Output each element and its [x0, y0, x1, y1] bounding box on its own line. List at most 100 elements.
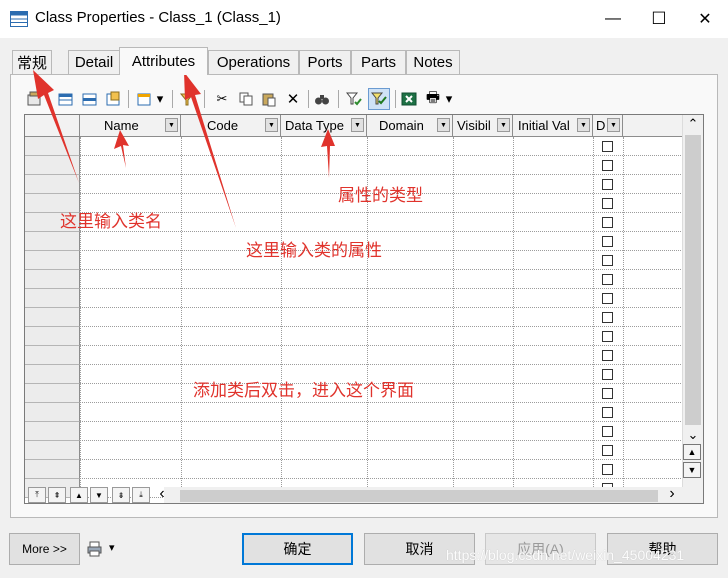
table-row[interactable] [80, 288, 681, 289]
row-header[interactable] [25, 346, 80, 365]
tab-parts[interactable]: Parts [351, 50, 406, 74]
paste-icon[interactable] [259, 89, 279, 109]
add-row-icon[interactable] [55, 89, 75, 109]
ok-button[interactable]: 确定 [242, 533, 353, 565]
row-header[interactable] [25, 384, 80, 403]
row-header[interactable] [25, 422, 80, 441]
column-header-d[interactable]: D ▼ [593, 115, 623, 137]
table-row[interactable] [80, 421, 681, 422]
row-header[interactable] [25, 175, 80, 194]
row-checkbox[interactable] [602, 217, 613, 228]
vertical-scroll-thumb[interactable] [685, 135, 701, 425]
row-header[interactable] [25, 327, 80, 346]
table-row[interactable] [80, 402, 681, 403]
row-checkbox[interactable] [602, 388, 613, 399]
delete-icon[interactable]: ✕ [283, 89, 303, 109]
chevron-down-icon[interactable]: ▼ [265, 118, 278, 132]
chevron-down-icon[interactable]: ▼ [607, 118, 620, 132]
tab-ports[interactable]: Ports [299, 50, 351, 74]
cut-icon[interactable]: ✂ [212, 89, 232, 109]
row-checkbox[interactable] [602, 464, 613, 475]
tab-notes[interactable]: Notes [406, 50, 460, 74]
find-icon[interactable] [312, 89, 332, 109]
scroll-left-icon[interactable]: ‹ [154, 485, 170, 502]
row-header[interactable] [25, 441, 80, 460]
move-up-button[interactable]: ▲ [70, 487, 88, 503]
row-checkbox[interactable] [602, 236, 613, 247]
row-header[interactable] [25, 232, 80, 251]
row-checkbox[interactable] [602, 274, 613, 285]
table-row[interactable] [80, 155, 681, 156]
more-button[interactable]: More >> [9, 533, 80, 565]
table-row[interactable] [80, 307, 681, 308]
row-header[interactable] [25, 308, 80, 327]
scroll-up-icon[interactable]: ⌃ [685, 115, 701, 133]
row-checkbox[interactable] [602, 160, 613, 171]
horizontal-scroll-thumb[interactable] [180, 490, 658, 502]
chevron-down-icon[interactable]: ▼ [437, 118, 450, 132]
tab-operations[interactable]: Operations [208, 50, 299, 74]
printer-icon[interactable] [86, 540, 104, 558]
column-header-data-type[interactable]: Data Type ▼ [281, 115, 367, 137]
move-up-side-button[interactable]: ▲ [683, 444, 701, 460]
table-row[interactable] [80, 174, 681, 175]
move-up-page-button[interactable]: ⇞ [48, 487, 66, 503]
move-down-page-button[interactable]: ⇟ [112, 487, 130, 503]
column-header-name[interactable]: Name ▼ [80, 115, 181, 137]
customize-columns-icon[interactable] [134, 89, 154, 109]
print-dropdown-icon[interactable]: ▾ [443, 89, 455, 109]
close-button[interactable]: ✕ [682, 0, 728, 38]
move-down-side-button[interactable]: ▼ [683, 462, 701, 478]
table-row[interactable] [80, 440, 681, 441]
column-header-initial-value[interactable]: Initial Val ▼ [513, 115, 593, 137]
row-header[interactable] [25, 460, 80, 479]
column-header-code[interactable]: Code ▼ [181, 115, 281, 137]
table-row[interactable] [80, 364, 681, 365]
maximize-button[interactable]: ☐ [636, 0, 682, 38]
row-checkbox[interactable] [602, 312, 613, 323]
row-header[interactable] [25, 137, 80, 156]
filter-settings-icon[interactable] [344, 89, 364, 109]
enable-filter-icon[interactable] [368, 88, 390, 110]
row-checkbox[interactable] [602, 141, 613, 152]
properties-icon[interactable] [24, 89, 44, 109]
chevron-down-icon[interactable]: ▼ [577, 118, 590, 132]
row-checkbox[interactable] [602, 426, 613, 437]
insert-row-icon[interactable] [79, 89, 99, 109]
table-row[interactable] [80, 326, 681, 327]
column-header-domain[interactable]: Domain ▼ [367, 115, 453, 137]
row-header[interactable] [25, 289, 80, 308]
tab-general[interactable]: 常规 [12, 50, 52, 74]
print-icon[interactable]: 🖶 [423, 89, 443, 109]
tab-detail[interactable]: Detail [68, 50, 120, 74]
row-header[interactable] [25, 365, 80, 384]
move-to-bottom-button[interactable]: ⤓ [132, 487, 150, 503]
table-row[interactable] [80, 269, 681, 270]
tab-attributes[interactable]: Attributes [119, 47, 208, 75]
table-row[interactable] [80, 478, 681, 479]
excel-export-icon[interactable] [399, 89, 419, 109]
scroll-right-icon[interactable]: › [664, 485, 680, 502]
row-header[interactable] [25, 251, 80, 270]
copy-icon[interactable] [236, 89, 256, 109]
table-row[interactable] [80, 212, 681, 213]
row-checkbox[interactable] [602, 179, 613, 190]
row-checkbox[interactable] [602, 255, 613, 266]
row-header[interactable] [25, 156, 80, 175]
move-to-top-button[interactable]: ⤒ [28, 487, 46, 503]
move-down-button[interactable]: ▼ [90, 487, 108, 503]
row-checkbox[interactable] [602, 331, 613, 342]
add-attributes-icon[interactable] [103, 89, 123, 109]
row-checkbox[interactable] [602, 407, 613, 418]
row-checkbox[interactable] [602, 445, 613, 456]
customize-columns-dropdown-icon[interactable]: ▾ [154, 89, 166, 109]
scroll-down-icon[interactable]: ⌄ [685, 427, 701, 443]
chevron-down-icon[interactable]: ▼ [351, 118, 364, 132]
minimize-button[interactable]: — [590, 0, 636, 38]
row-header[interactable] [25, 270, 80, 289]
table-row[interactable] [80, 231, 681, 232]
row-checkbox[interactable] [602, 369, 613, 380]
filter-icon[interactable] [177, 89, 197, 109]
table-row[interactable] [80, 459, 681, 460]
row-checkbox[interactable] [602, 350, 613, 361]
